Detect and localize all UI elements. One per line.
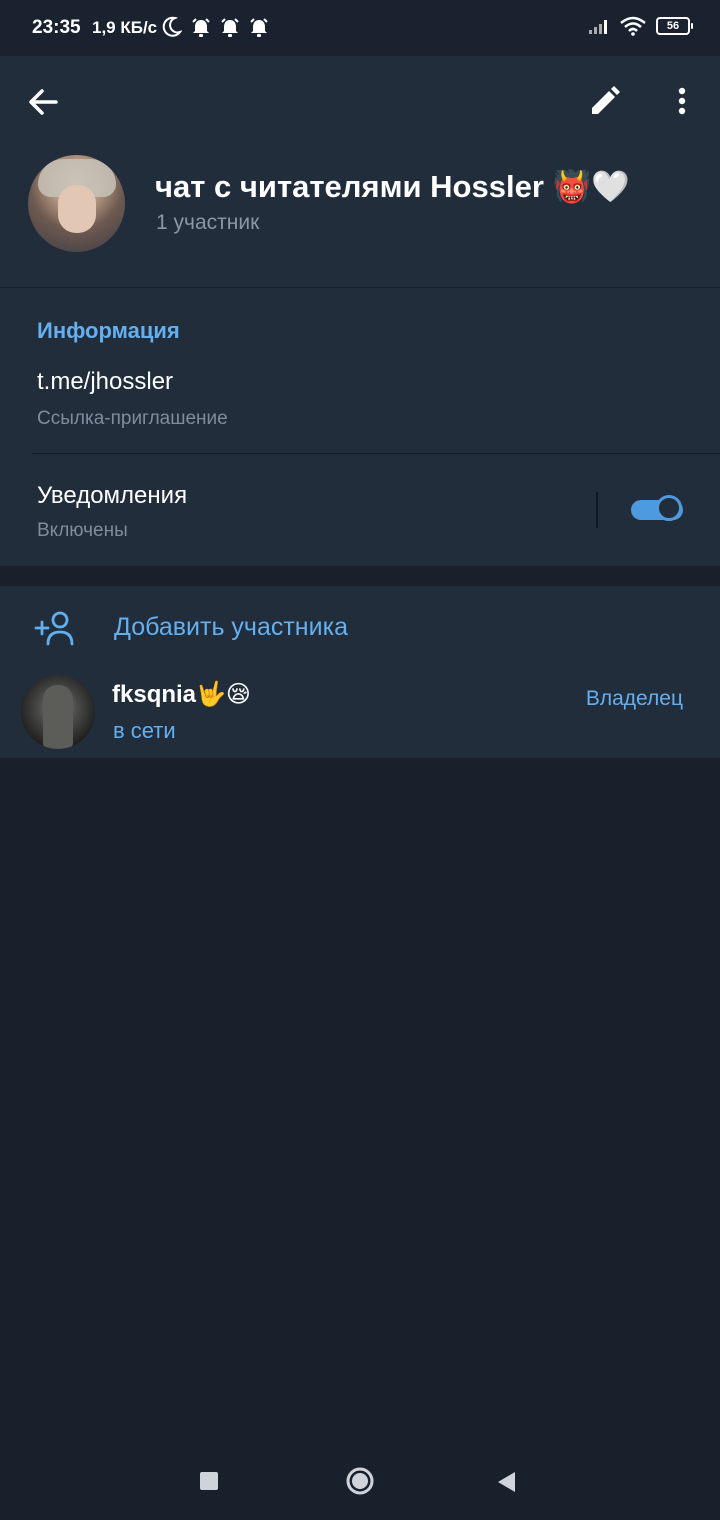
back-arrow-icon xyxy=(29,89,58,115)
member-status: в сети xyxy=(113,718,176,743)
alarm-icon xyxy=(192,18,210,37)
add-member-button[interactable]: Добавить участника xyxy=(0,586,720,668)
back-button[interactable] xyxy=(24,82,64,122)
invite-link-label: Ссылка-приглашение xyxy=(37,408,228,429)
member-row[interactable]: fksqnia🤟😪 в сети Владелец xyxy=(0,670,720,758)
status-bar: 23:35 1,9 КБ/с 56 xyxy=(0,0,720,56)
alarm-icon xyxy=(250,18,268,37)
alarm-icon xyxy=(221,18,239,37)
notifications-row[interactable]: Уведомления Включены xyxy=(0,466,720,566)
chat-avatar[interactable] xyxy=(28,155,125,252)
system-nav-bar xyxy=(0,1440,720,1520)
member-avatar[interactable] xyxy=(21,675,95,749)
moon-icon xyxy=(162,16,182,37)
battery-icon: 56 xyxy=(656,17,693,35)
chat-title: чат с читателями Hossler 👹🤍 xyxy=(155,169,630,204)
member-role-badge: Владелец xyxy=(585,687,683,710)
more-button[interactable] xyxy=(662,82,702,122)
signal-icon xyxy=(589,20,607,34)
member-count: 1 участник xyxy=(156,211,260,234)
notifications-toggle[interactable] xyxy=(631,495,685,522)
add-user-icon xyxy=(34,611,74,646)
edit-button[interactable] xyxy=(584,82,624,122)
recents-button[interactable] xyxy=(200,1472,218,1490)
wifi-icon xyxy=(620,16,646,36)
section-title-info: Информация xyxy=(37,318,180,343)
member-name: fksqnia🤟😪 xyxy=(112,681,251,708)
vertical-divider xyxy=(596,492,598,528)
battery-level: 56 xyxy=(666,20,680,32)
add-member-label: Добавить участника xyxy=(114,613,348,641)
notifications-state: Включены xyxy=(37,520,128,541)
more-vertical-icon xyxy=(678,87,686,115)
status-left-icons xyxy=(162,16,269,38)
invite-link-row[interactable]: t.me/jhossler Ссылка-приглашение xyxy=(0,354,720,452)
notifications-title: Уведомления xyxy=(37,482,188,509)
nav-back-button[interactable] xyxy=(495,1470,517,1494)
info-section: Информация t.me/jhossler Ссылка-приглаше… xyxy=(0,288,720,566)
pencil-icon xyxy=(592,86,620,114)
network-speed: 1,9 КБ/с xyxy=(92,18,158,37)
status-time: 23:35 xyxy=(32,17,81,38)
divider xyxy=(32,453,720,454)
invite-link: t.me/jhossler xyxy=(37,368,174,395)
status-right-icons: 56 xyxy=(588,16,693,36)
home-button[interactable] xyxy=(346,1467,374,1495)
members-section: Добавить участника fksqnia🤟😪 в сети Влад… xyxy=(0,586,720,758)
chat-header: чат с читателями Hossler 👹🤍 1 участник xyxy=(0,56,720,287)
